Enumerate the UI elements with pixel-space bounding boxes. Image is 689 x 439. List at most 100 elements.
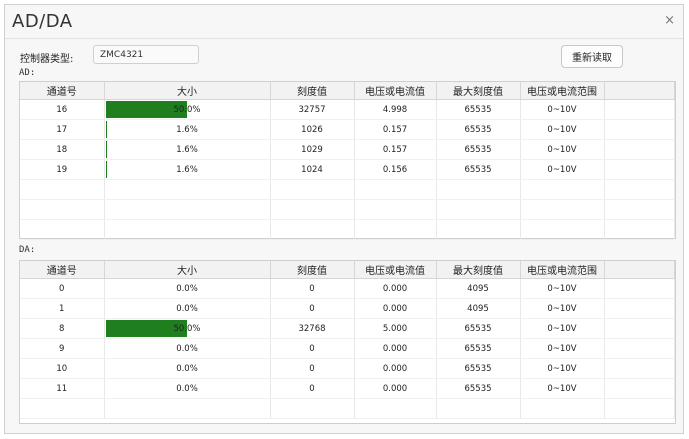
col-size[interactable]: 大小: [104, 82, 271, 100]
channel-cell: 1: [20, 298, 105, 319]
col-filler: [604, 261, 675, 279]
value-cell: 0.157: [354, 119, 437, 140]
size-cell: 1.6%: [104, 159, 271, 180]
col-range[interactable]: 电压或电流范围: [520, 82, 605, 100]
controller-type-field[interactable]: [93, 45, 199, 64]
col-size[interactable]: 大小: [104, 261, 271, 279]
col-value[interactable]: 电压或电流值: [354, 82, 437, 100]
size-percent: 1.6%: [176, 164, 198, 175]
ad-section-label: AD:: [19, 68, 36, 78]
max-scale-cell: 4095: [436, 298, 521, 319]
size-cell: 0.0%: [104, 378, 271, 399]
size-cell: 50.0%: [104, 99, 271, 120]
size-cell: 0.0%: [104, 338, 271, 359]
size-percent: 50.0%: [173, 104, 201, 115]
value-cell: 0.000: [354, 338, 437, 359]
value-cell: 5.000: [354, 318, 437, 339]
range-cell: 0~10V: [520, 338, 605, 359]
table-row[interactable]: 18 1.6% 1029 0.157 65535 0~10V: [20, 139, 675, 160]
col-filler: [604, 82, 675, 100]
empty-cell: [354, 199, 437, 220]
filler-cell: [604, 338, 675, 359]
filler-cell: [604, 119, 675, 140]
col-max-scale[interactable]: 最大刻度值: [436, 82, 521, 100]
filler-cell: [604, 159, 675, 180]
max-scale-cell: 4095: [436, 278, 521, 299]
value-cell: 0.000: [354, 298, 437, 319]
table-row[interactable]: 1 0.0% 0 0.000 4095 0~10V: [20, 298, 675, 319]
empty-cell: [104, 398, 271, 419]
filler-cell: [604, 378, 675, 399]
table-row[interactable]: 0 0.0% 0 0.000 4095 0~10V: [20, 278, 675, 299]
channel-cell: 16: [20, 99, 105, 120]
table-row[interactable]: 10 0.0% 0 0.000 65535 0~10V: [20, 358, 675, 379]
empty-cell: [604, 219, 675, 240]
ad-table[interactable]: 通道号 大小 刻度值 电压或电流值 最大刻度值 电压或电流范围 16 50.0% 3…: [19, 81, 676, 240]
table-row[interactable]: 16 50.0% 32757 4.998 65535 0~10V: [20, 99, 675, 120]
window-title: AD/DA: [12, 11, 73, 32]
empty-cell: [270, 179, 355, 200]
range-cell: 0~10V: [520, 159, 605, 180]
col-channel[interactable]: 通道号: [20, 261, 105, 279]
level-bar-fill: [105, 161, 107, 178]
size-percent: 0.0%: [176, 363, 198, 374]
value-cell: 0.156: [354, 159, 437, 180]
scale-cell: 0: [270, 358, 355, 379]
channel-cell: 17: [20, 119, 105, 140]
size-percent: 0.0%: [176, 343, 198, 354]
channel-cell: 11: [20, 378, 105, 399]
level-bar-fill: [105, 121, 107, 138]
empty-cell: [436, 219, 521, 240]
value-cell: 4.998: [354, 99, 437, 120]
value-cell: 0.000: [354, 378, 437, 399]
close-icon[interactable]: ×: [664, 14, 675, 27]
controller-type-label: 控制器类型:: [20, 54, 74, 65]
empty-cell: [20, 398, 105, 419]
table-row[interactable]: 17 1.6% 1026 0.157 65535 0~10V: [20, 119, 675, 140]
level-bar-fill: [105, 141, 107, 158]
table-row[interactable]: 9 0.0% 0 0.000 65535 0~10V: [20, 338, 675, 359]
table-row[interactable]: 11 0.0% 0 0.000 65535 0~10V: [20, 378, 675, 399]
da-table[interactable]: 通道号 大小 刻度值 电压或电流值 最大刻度值 电压或电流范围 0 0.0% 0 0.…: [19, 260, 676, 424]
size-percent: 0.0%: [176, 383, 198, 394]
filler-cell: [604, 358, 675, 379]
max-scale-cell: 65535: [436, 119, 521, 140]
da-section-label: DA:: [19, 245, 36, 255]
empty-cell: [520, 199, 605, 220]
max-scale-cell: 65535: [436, 318, 521, 339]
size-percent: 0.0%: [176, 303, 198, 314]
col-scale[interactable]: 刻度值: [270, 82, 355, 100]
empty-cell: [354, 179, 437, 200]
size-percent: 1.6%: [176, 144, 198, 155]
col-range[interactable]: 电压或电流范围: [520, 261, 605, 279]
empty-cell: [520, 398, 605, 419]
col-max-scale[interactable]: 最大刻度值: [436, 261, 521, 279]
filler-cell: [604, 318, 675, 339]
size-cell: 0.0%: [104, 278, 271, 299]
size-cell: 0.0%: [104, 298, 271, 319]
empty-cell: [104, 219, 271, 240]
size-cell: 50.0%: [104, 318, 271, 339]
range-cell: 0~10V: [520, 99, 605, 120]
col-value[interactable]: 电压或电流值: [354, 261, 437, 279]
max-scale-cell: 65535: [436, 338, 521, 359]
ad-da-window: AD/DA × 控制器类型: 重新读取 AD: 通道号 大小 刻度值 电压或电流…: [4, 4, 684, 434]
range-cell: 0~10V: [520, 298, 605, 319]
empty-cell: [20, 199, 105, 220]
scale-cell: 0: [270, 378, 355, 399]
range-cell: 0~10V: [520, 139, 605, 160]
max-scale-cell: 65535: [436, 358, 521, 379]
empty-cell: [520, 219, 605, 240]
channel-cell: 8: [20, 318, 105, 339]
empty-row: [20, 199, 675, 220]
channel-cell: 9: [20, 338, 105, 359]
col-scale[interactable]: 刻度值: [270, 261, 355, 279]
empty-cell: [104, 199, 271, 220]
reread-button[interactable]: 重新读取: [561, 45, 623, 68]
col-channel[interactable]: 通道号: [20, 82, 105, 100]
table-row[interactable]: 8 50.0% 32768 5.000 65535 0~10V: [20, 318, 675, 339]
empty-cell: [604, 179, 675, 200]
channel-cell: 19: [20, 159, 105, 180]
range-cell: 0~10V: [520, 358, 605, 379]
table-row[interactable]: 19 1.6% 1024 0.156 65535 0~10V: [20, 159, 675, 180]
